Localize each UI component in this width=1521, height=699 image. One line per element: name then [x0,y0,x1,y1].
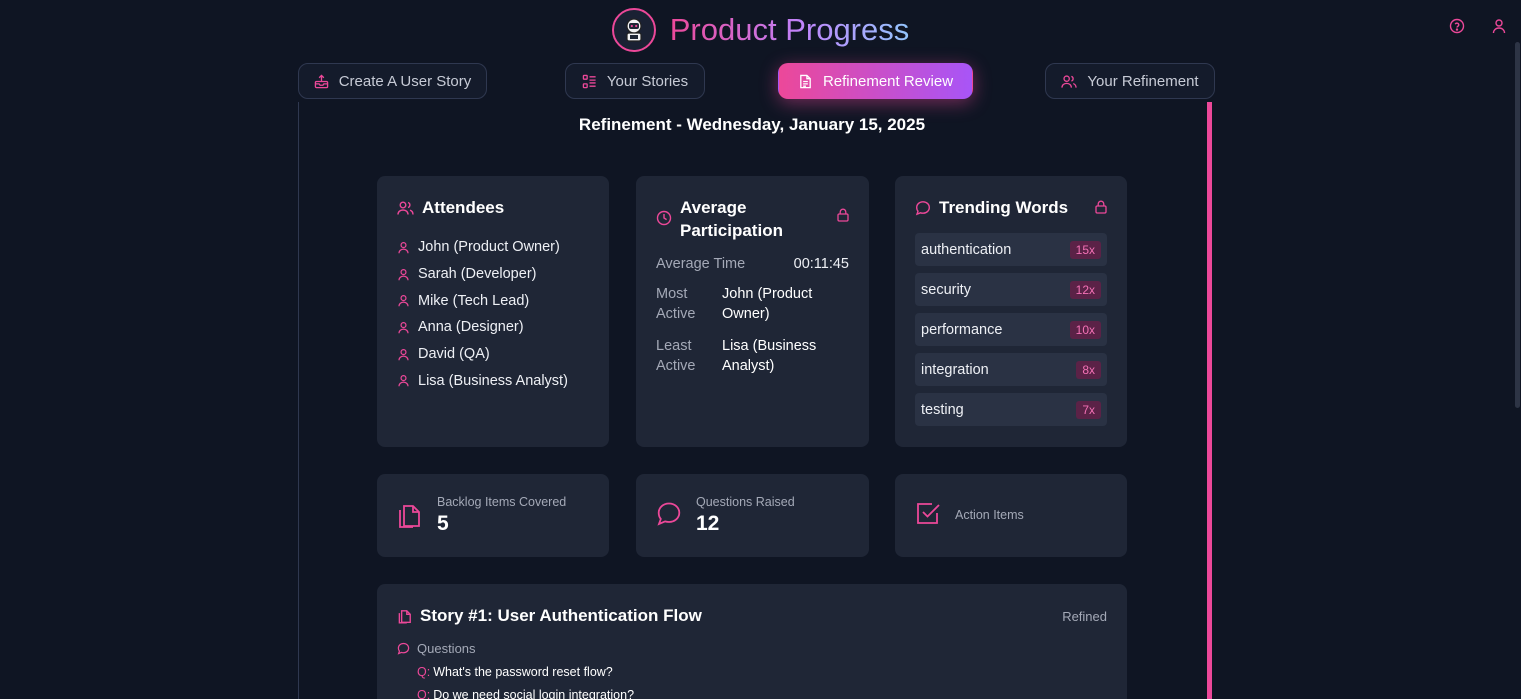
lock-icon[interactable] [1095,200,1107,219]
count-badge: 10x [1069,320,1101,339]
trending-word: integration [921,361,989,378]
list-item: Sarah (Developer) [397,261,568,288]
header-actions [1449,18,1507,34]
list-item: integration 8x [915,353,1107,386]
average-participation-card: Average Participation Average Time 00:11… [636,176,869,447]
app-root: Product Progress Create A User Story You… [0,0,1521,699]
list-item: authentication 15x [915,233,1107,266]
trending-word: testing [921,401,964,418]
list-item: David (QA) [397,341,568,368]
most-active-value: John (Product Owner) [722,286,813,322]
tab-label: Your Stories [606,72,689,90]
count-badge: 12x [1069,280,1101,299]
count-badge: 15x [1069,240,1101,259]
question-prefix: Q: [417,665,431,679]
tab-create-user-story[interactable]: Create A User Story [298,63,487,99]
trending-word: performance [921,321,1003,338]
refinement-review-panel: Refinement - Wednesday, January 15, 2025… [298,102,1215,699]
story-card: Story #1: User Authentication Flow Refin… [377,584,1127,699]
users-icon [397,201,414,215]
attendees-list: John (Product Owner) Sarah (Developer) M… [397,234,568,394]
list-item: testing 7x [915,393,1107,426]
most-active-row: Most Active John (Product Owner) [656,284,849,324]
question-prefix: Q: [417,688,431,699]
tab-label: Refinement Review [822,72,954,90]
list-item: Q: What's the password reset flow? [417,665,613,679]
clock-icon [656,210,672,226]
questions-raised-stat: Questions Raised 12 [636,474,869,557]
attendees-card: Attendees John (Product Owner) Sarah (De… [377,176,609,447]
stat-value: 5 [437,512,449,535]
participation-header: Average Participation [656,198,819,242]
person-icon [398,348,409,360]
average-time-value: 00:11:45 [793,256,849,272]
list-item: security 12x [915,273,1107,306]
app-logo [611,8,656,52]
person-icon [398,268,409,280]
app-title: Product Progress [669,12,910,47]
document-icon [800,74,811,88]
action-items-stat[interactable]: Action Items [895,474,1127,557]
questions-header: Questions [397,641,476,656]
scrollbar-thumb[interactable] [1515,42,1520,408]
participation-title: Average Participation [680,198,783,240]
review-title: Refinement - Wednesday, January 15, 2025 [578,115,926,134]
trending-header: Trending Words [915,198,1107,218]
stat-label: Backlog Items Covered [437,495,567,509]
tab-your-stories[interactable]: Your Stories [565,63,705,99]
count-badge: 8x [1076,360,1101,379]
attendees-header: Attendees [397,198,589,218]
story-title: Story #1: User Authentication Flow [420,606,702,625]
participation-details: Average Time 00:11:45 Most Active John (… [656,256,849,376]
trending-title: Trending Words [939,198,1069,217]
checkbox-icon [917,503,940,524]
person-icon [398,321,409,334]
main-nav: Create A User Story Your Stories Refinem… [0,63,1521,99]
accent-bar [1207,102,1212,699]
tab-your-refinement[interactable]: Your Refinement [1045,63,1215,99]
backlog-items-stat: Backlog Items Covered 5 [377,474,609,557]
users-icon [1061,74,1078,88]
person-icon [398,375,409,387]
lock-icon[interactable] [837,208,849,227]
list-item: Lisa (Business Analyst) [397,367,568,394]
trending-word: security [921,281,971,298]
tab-refinement-review[interactable]: Refinement Review [778,63,973,99]
robot-avatar-icon [626,18,642,42]
copy-documents-icon [399,505,420,528]
trending-words-list: authentication 15x security 12x performa… [915,233,1107,433]
person-icon [398,241,409,254]
stat-label: Action Items [955,508,1024,522]
list-item: Q: Do we need social login integration? [417,688,634,699]
chat-bubble-icon [657,502,681,526]
tab-label: Create A User Story [338,72,472,90]
least-active-value: Lisa (Business Analyst) [722,338,817,374]
trending-word: authentication [921,241,1012,258]
person-icon [398,295,409,307]
story-status: Refined [1062,609,1107,624]
average-time-row: Average Time 00:11:45 [656,256,849,272]
questions-list: Q: What's the password reset flow? Q: Do w… [417,665,634,699]
inbox-upload-icon [314,73,328,88]
chat-bubble-icon [397,642,410,655]
least-active-row: Least Active Lisa (Business Analyst) [656,336,849,376]
app-header: Product Progress [0,0,1521,58]
list-item: performance 10x [915,313,1107,346]
trending-words-card: Trending Words authentication 15x securi… [895,176,1127,447]
stat-label: Questions Raised [696,495,795,509]
help-icon[interactable] [1449,18,1465,34]
attendees-title: Attendees [422,198,505,217]
story-header: Story #1: User Authentication Flow [397,606,702,626]
user-profile-icon[interactable] [1491,18,1507,34]
list-item: Mike (Tech Lead) [397,287,568,314]
stat-value: 12 [696,512,720,535]
list-item: John (Product Owner) [397,234,568,261]
copy-documents-icon [398,610,411,624]
chat-bubble-icon [915,201,931,216]
list-item: Anna (Designer) [397,314,568,341]
tab-label: Your Refinement [1087,72,1199,90]
count-badge: 7x [1076,400,1101,419]
list-icon [582,74,596,88]
